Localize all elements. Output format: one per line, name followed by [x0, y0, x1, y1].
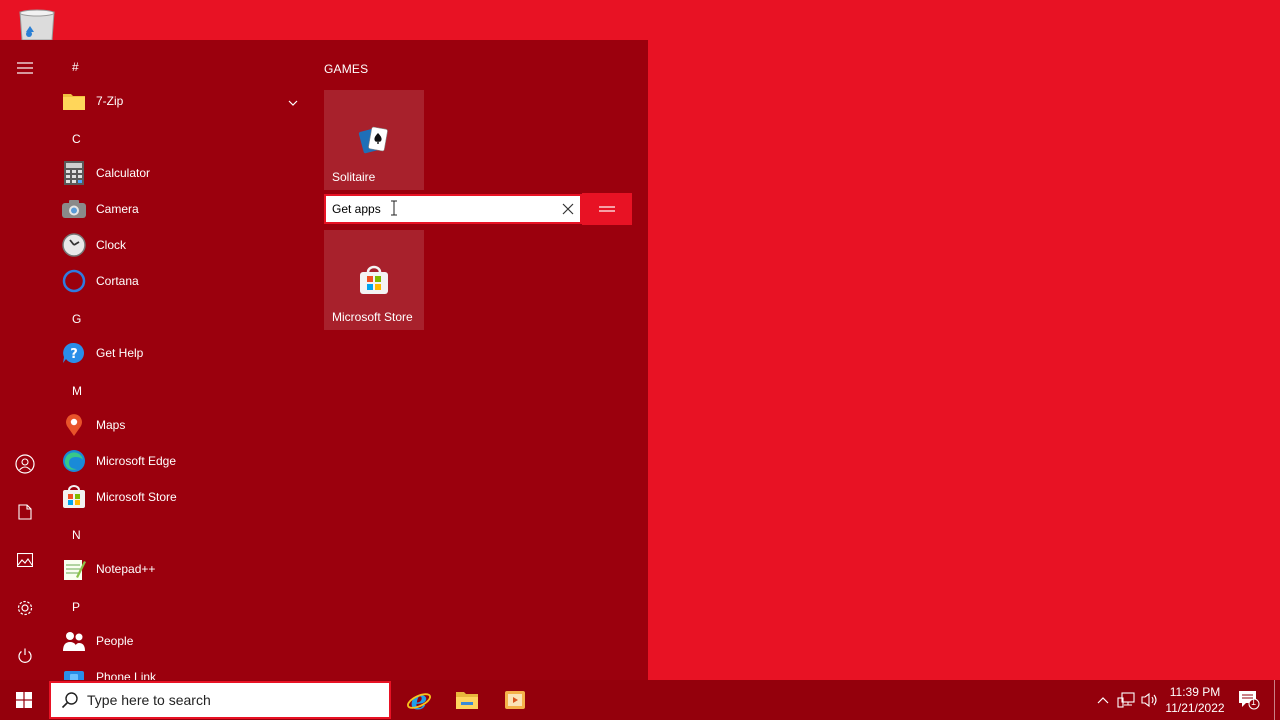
app-item-edge[interactable]: Microsoft Edge — [62, 444, 310, 478]
clear-icon[interactable] — [560, 201, 576, 217]
tile-label: Solitaire — [332, 170, 376, 184]
people-icon — [62, 629, 86, 653]
documents-icon[interactable] — [0, 492, 50, 532]
tile-microsoft-store[interactable]: Microsoft Store — [324, 230, 424, 330]
app-item-calculator[interactable]: Calculator — [62, 156, 310, 190]
volume-icon[interactable] — [1140, 690, 1160, 710]
app-label: Calculator — [96, 166, 151, 180]
app-item-clock[interactable]: Clock — [62, 228, 310, 262]
app-item-phone-link[interactable]: Phone Link — [62, 660, 310, 680]
search-icon — [61, 691, 79, 709]
taskbar-search-box[interactable]: Type here to search — [49, 681, 391, 719]
solitaire-icon — [358, 126, 388, 154]
app-item-notepadpp[interactable]: Notepad++ — [62, 552, 310, 586]
search-placeholder: Type here to search — [87, 692, 211, 708]
hamburger-menu-icon[interactable] — [0, 48, 50, 88]
notepadpp-icon — [62, 557, 86, 581]
recycle-bin-icon[interactable] — [18, 8, 58, 41]
file-explorer-icon[interactable] — [443, 680, 491, 720]
cortana-icon — [62, 269, 86, 293]
phone-link-icon — [62, 665, 86, 680]
app-label: 7-Zip — [96, 94, 124, 108]
app-label: Maps — [96, 418, 126, 432]
maps-icon — [62, 413, 86, 437]
windows-start-icon[interactable] — [0, 680, 48, 720]
tile-group-name-input[interactable] — [324, 194, 582, 224]
get-help-icon: ? — [62, 341, 86, 365]
chevron-down-icon[interactable] — [288, 95, 298, 109]
clock-time: 11:39 PM — [1169, 685, 1221, 699]
app-label: Phone Link — [96, 670, 157, 680]
letter-header-p[interactable]: P — [72, 600, 80, 614]
notification-count: 1 — [1251, 697, 1257, 707]
letter-header-m[interactable]: M — [72, 384, 82, 398]
app-item-7zip[interactable]: 7-Zip — [62, 84, 310, 118]
store-icon — [62, 485, 86, 509]
svg-text:?: ? — [70, 347, 78, 362]
tile-solitaire[interactable]: Solitaire — [324, 90, 424, 190]
letter-header-g[interactable]: G — [72, 312, 81, 326]
taskbar-clock[interactable]: 11:39 PM 11/21/2022 — [1160, 684, 1230, 716]
tiles-area: GAMES Solitaire Get apps Microsoft Store — [310, 40, 648, 680]
power-icon[interactable] — [0, 636, 50, 676]
app-label: Notepad++ — [96, 562, 156, 576]
calculator-icon — [62, 161, 86, 185]
pictures-icon[interactable] — [0, 540, 50, 580]
app-label: Cortana — [96, 274, 139, 288]
app-list: # 7-Zip C Calculator Camera Clock Cortan… — [50, 40, 310, 680]
edge-icon — [62, 449, 86, 473]
app-item-cortana[interactable]: Cortana — [62, 264, 310, 298]
chevron-up-icon[interactable] — [1093, 690, 1113, 710]
app-item-maps[interactable]: Maps — [62, 408, 310, 442]
show-desktop-button[interactable] — [1274, 680, 1280, 720]
taskbar: Type here to search e 11:39 PM 11/21/202… — [0, 680, 1280, 720]
app-label: People — [96, 634, 134, 648]
letter-header-c[interactable]: C — [72, 132, 81, 146]
group-drag-handle[interactable] — [582, 193, 632, 225]
clock-icon — [62, 233, 86, 257]
notification-center-icon[interactable]: 1 — [1238, 690, 1260, 710]
app-label: Clock — [96, 238, 127, 252]
settings-icon[interactable] — [0, 588, 50, 628]
svg-text:e: e — [411, 687, 428, 713]
letter-header-n[interactable]: N — [72, 528, 81, 542]
internet-explorer-icon[interactable]: e — [395, 680, 443, 720]
media-player-icon[interactable] — [491, 680, 539, 720]
tile-label: Microsoft Store — [332, 310, 413, 324]
app-item-people[interactable]: People — [62, 624, 310, 658]
app-label: Camera — [96, 202, 139, 216]
folder-icon — [62, 89, 86, 113]
camera-icon — [62, 197, 86, 221]
app-label: Microsoft Edge — [96, 454, 177, 468]
start-rail — [0, 40, 50, 680]
start-menu: # 7-Zip C Calculator Camera Clock Cortan… — [0, 40, 648, 680]
app-item-get-help[interactable]: ? Get Help — [62, 336, 310, 370]
network-icon[interactable] — [1116, 690, 1136, 710]
letter-header-hash[interactable]: # — [72, 60, 79, 74]
store-icon — [360, 265, 388, 294]
app-item-store[interactable]: Microsoft Store — [62, 480, 310, 514]
text-cursor-icon — [390, 200, 398, 216]
app-label: Get Help — [96, 346, 144, 360]
clock-date: 11/21/2022 — [1165, 701, 1225, 715]
tile-group-title[interactable]: GAMES — [324, 62, 368, 76]
app-label: Microsoft Store — [96, 490, 177, 504]
user-icon[interactable] — [0, 444, 50, 484]
app-item-camera[interactable]: Camera — [62, 192, 310, 226]
